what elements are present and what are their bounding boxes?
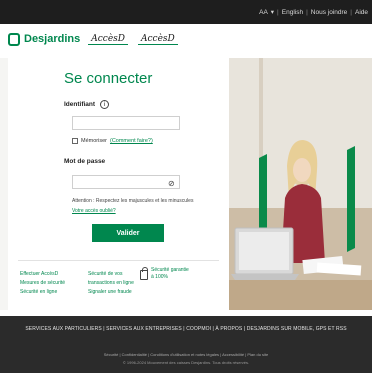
submit-button[interactable]: Valider xyxy=(92,224,164,242)
main-content: Se connecter Identifiant i Mémoriser (Co… xyxy=(0,58,372,310)
password-label: Mot de passe xyxy=(64,158,106,165)
footer-nav[interactable]: SERVICES AUX PARTICULIERS | SERVICES AUX… xyxy=(0,326,372,332)
remember-label: Mémoriser xyxy=(81,138,107,144)
woman-laptop-illustration xyxy=(229,58,372,310)
security-guarantee-text: Sécurité garantie à 100% xyxy=(151,267,189,280)
top-links: AA ▾ | English | Nous joindre | Aide xyxy=(259,8,368,17)
language-link[interactable]: English xyxy=(282,9,303,16)
help-link[interactable]: Aide xyxy=(355,9,368,16)
identifier-input[interactable] xyxy=(72,116,180,130)
separator: | xyxy=(350,8,352,16)
footer-link[interactable]: Sécurité en ligne xyxy=(20,288,65,297)
identifier-label-text: Identifiant xyxy=(64,101,96,109)
separator: | xyxy=(306,8,308,16)
separator: | xyxy=(277,8,279,16)
footer-legal-links[interactable]: Sécurité | Confidentialité | Conditions … xyxy=(0,352,372,357)
identifier-label: Identifiant i xyxy=(64,100,109,109)
top-bar: AA ▾ | English | Nous joindre | Aide xyxy=(0,0,372,24)
footer-link[interactable]: Mesures de sécurité xyxy=(20,279,65,288)
header: Desjardins AccèsD AccèsD xyxy=(0,24,372,54)
contact-link[interactable]: Nous joindre xyxy=(311,9,348,16)
forgot-access-link[interactable]: Votre accès oublié? xyxy=(72,208,116,214)
password-hint: Attention : Respectez les majuscules et … xyxy=(72,198,194,204)
password-input[interactable] xyxy=(72,175,180,189)
accesd-affaires-logo[interactable]: AccèsD xyxy=(138,34,178,45)
brand-logo[interactable]: Desjardins xyxy=(8,32,81,46)
divider xyxy=(18,260,219,261)
login-card: Se connecter Identifiant i Mémoriser (Co… xyxy=(8,58,229,310)
security-links-col2: Sécurité de vos transactions en ligne Si… xyxy=(88,270,134,297)
remember-help-link[interactable]: (Comment faire?) xyxy=(110,138,153,144)
lock-icon xyxy=(140,267,148,280)
page-title: Se connecter xyxy=(64,70,153,87)
security-guarantee[interactable]: Sécurité garantie à 100% xyxy=(140,267,191,281)
footer-link[interactable]: Signaler une fraude xyxy=(88,288,134,297)
security-links-col1: Effectuer AccèsD Mesures de sécurité Séc… xyxy=(20,270,65,297)
text-size-toggle[interactable]: AA xyxy=(259,9,268,16)
desjardins-hexagon-icon xyxy=(8,32,20,46)
footer-link[interactable]: transactions en ligne xyxy=(88,279,134,288)
chevron-down-icon: ▾ xyxy=(270,9,275,16)
eye-slash-icon[interactable]: ⊘ xyxy=(168,179,175,188)
footer-link[interactable]: Effectuer AccèsD xyxy=(20,270,65,279)
footer-link[interactable]: Sécurité de vos xyxy=(88,270,134,279)
footer: SERVICES AUX PARTICULIERS | SERVICES AUX… xyxy=(0,316,372,373)
hero-photo xyxy=(229,58,372,310)
accesd-logo[interactable]: AccèsD xyxy=(88,34,128,45)
copyright: © 1996-2024 Mouvement des caisses Desjar… xyxy=(122,360,250,365)
brand-name: Desjardins xyxy=(24,33,81,45)
remember-row: Mémoriser (Comment faire?) xyxy=(72,138,153,144)
remember-checkbox[interactable] xyxy=(72,138,78,144)
info-icon[interactable]: i xyxy=(99,100,109,109)
